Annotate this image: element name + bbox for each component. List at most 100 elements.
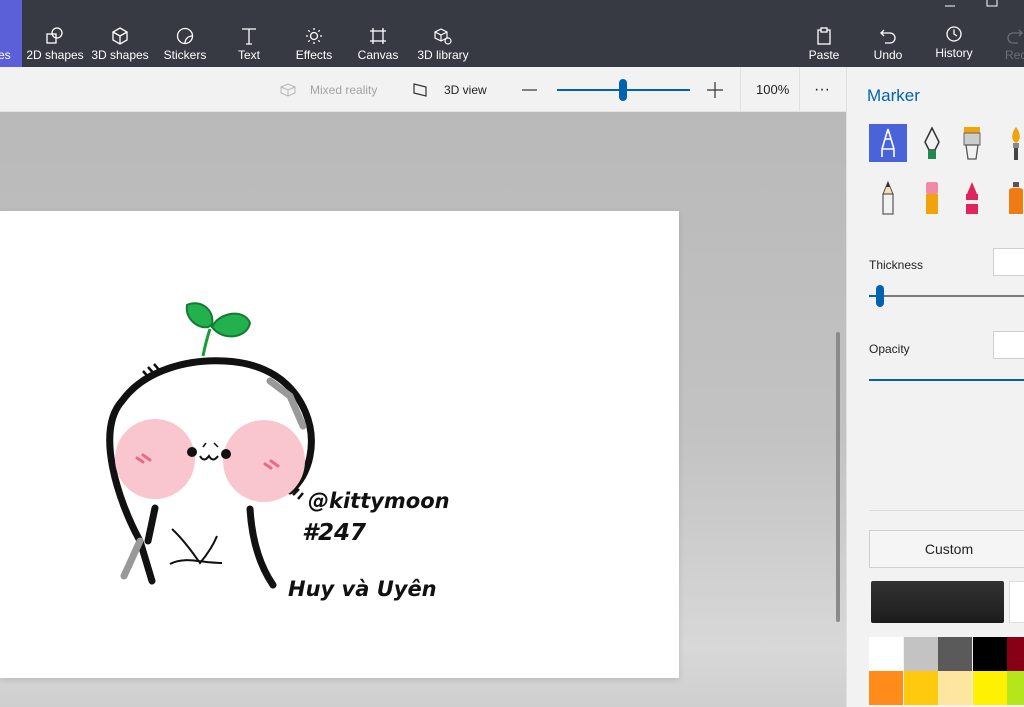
brush-marker[interactable] bbox=[869, 124, 907, 162]
zoom-out-icon[interactable] bbox=[522, 89, 538, 91]
history-label: History bbox=[935, 46, 973, 60]
tool-3d-shapes-label: 3D shapes bbox=[91, 48, 149, 62]
mixed-reality-label: Mixed reality bbox=[310, 82, 378, 97]
stickers-icon bbox=[176, 27, 194, 45]
calligraphy-pen-icon bbox=[924, 126, 940, 159]
opacity-input[interactable] bbox=[993, 331, 1024, 359]
color-swatch[interactable] bbox=[938, 671, 972, 705]
thickness-slider-track[interactable] bbox=[869, 295, 1024, 297]
3d-view-label: 3D view bbox=[444, 82, 487, 97]
brush-crayon[interactable] bbox=[953, 179, 991, 217]
left-eye bbox=[187, 447, 197, 457]
color-swatch[interactable] bbox=[1007, 637, 1024, 671]
marker-icon bbox=[881, 128, 895, 157]
redo-label: Red bbox=[1005, 48, 1024, 62]
hands-lines bbox=[169, 528, 223, 565]
brush-oil[interactable] bbox=[953, 124, 991, 162]
thickness-input[interactable] bbox=[993, 248, 1024, 276]
color-swatch[interactable] bbox=[869, 637, 903, 671]
undo-button[interactable]: Undo bbox=[868, 0, 908, 67]
brush-pencil[interactable] bbox=[869, 179, 907, 217]
maximize-icon[interactable] bbox=[986, 0, 998, 8]
undo-label: Undo bbox=[873, 48, 903, 62]
brush-panel: Marker Thickness Opacity Custom bbox=[846, 67, 1024, 707]
paste-label: Paste bbox=[808, 48, 840, 62]
3d-shapes-icon bbox=[112, 27, 128, 45]
sprout-leaf-right bbox=[210, 312, 252, 338]
custom-color-button[interactable]: Custom bbox=[869, 530, 1024, 568]
text-icon bbox=[242, 28, 256, 45]
sprout-leaf-left bbox=[185, 302, 214, 329]
zoom-slider-thumb[interactable] bbox=[619, 79, 627, 101]
crayon-icon bbox=[966, 182, 978, 214]
tool-text[interactable]: Text bbox=[224, 0, 274, 67]
tool-canvas-label: Canvas bbox=[357, 48, 399, 62]
redo-button[interactable]: Red bbox=[1000, 0, 1024, 67]
tool-3d-library-label: 3D library bbox=[417, 48, 469, 62]
more-options-icon[interactable]: ··· bbox=[814, 67, 830, 112]
effects-icon bbox=[306, 28, 322, 44]
right-body-line bbox=[246, 505, 277, 589]
brush-watercolor[interactable] bbox=[997, 124, 1024, 162]
zoom-in-icon[interactable] bbox=[707, 82, 723, 98]
tool-brushes[interactable]: es bbox=[0, 0, 22, 67]
tool-3d-library[interactable]: 3D library bbox=[414, 0, 472, 67]
opacity-slider-track[interactable] bbox=[869, 379, 1024, 381]
3d-view-button[interactable]: 3D view bbox=[412, 67, 487, 112]
tool-stickers-label: Stickers bbox=[163, 48, 207, 62]
opacity-label: Opacity bbox=[869, 342, 910, 356]
history-icon bbox=[946, 26, 962, 42]
tool-2d-shapes[interactable]: 2D shapes bbox=[24, 0, 86, 67]
history-button[interactable]: History bbox=[932, 0, 976, 67]
color-swatch[interactable] bbox=[903, 637, 938, 671]
brush-spray-can[interactable] bbox=[997, 179, 1024, 217]
color-swatch[interactable] bbox=[972, 637, 1007, 671]
drawing-artwork: @kittymoon #247 Huy và Uyên bbox=[106, 302, 450, 601]
tool-brushes-label: es bbox=[0, 48, 11, 62]
panel-title: Marker bbox=[867, 86, 920, 105]
right-eye bbox=[221, 449, 231, 459]
minimize-icon[interactable] bbox=[944, 4, 956, 8]
tool-effects[interactable]: Effects bbox=[290, 0, 338, 67]
oil-brush-icon bbox=[963, 127, 981, 160]
panel-divider bbox=[869, 510, 1024, 511]
2d-shapes-icon bbox=[46, 27, 63, 44]
top-toolbar: es 2D shapes 3D shapes Stickers Text Eff… bbox=[0, 0, 1024, 67]
left-cheek bbox=[115, 419, 195, 499]
thickness-label: Thickness bbox=[869, 258, 924, 272]
paste-button[interactable]: Paste bbox=[804, 0, 844, 67]
brows bbox=[202, 442, 219, 448]
tool-effects-label: Effects bbox=[295, 48, 333, 62]
3d-view-icon bbox=[413, 82, 427, 97]
color-swatch[interactable] bbox=[1007, 671, 1024, 705]
mouth bbox=[199, 454, 219, 461]
color-swatch[interactable] bbox=[903, 671, 938, 705]
thickness-slider-thumb[interactable] bbox=[876, 285, 884, 307]
current-color-swatch[interactable] bbox=[871, 581, 1004, 623]
watercolor-icon bbox=[1012, 127, 1020, 160]
zoom-percent: 100% bbox=[756, 82, 790, 97]
view-toolbar: Mixed reality 3D view 100% ··· bbox=[0, 67, 846, 112]
3d-library-icon bbox=[434, 28, 452, 45]
color-swatch[interactable] bbox=[938, 637, 972, 671]
tool-stickers[interactable]: Stickers bbox=[160, 0, 210, 67]
mixed-reality-button[interactable]: Mixed reality bbox=[280, 67, 377, 112]
brush-eraser[interactable] bbox=[913, 179, 951, 217]
pencil-icon bbox=[882, 180, 894, 215]
vertical-scrollbar[interactable] bbox=[836, 332, 840, 622]
sprout-stem bbox=[201, 328, 212, 357]
signature-kittymoon: @kittymoon bbox=[308, 489, 450, 513]
mixed-reality-icon bbox=[280, 82, 296, 97]
left-body-line bbox=[144, 504, 159, 545]
eraser-icon bbox=[926, 182, 938, 214]
tool-canvas[interactable]: Canvas bbox=[354, 0, 402, 67]
drawing-canvas[interactable]: @kittymoon #247 Huy và Uyên bbox=[0, 211, 679, 678]
tool-3d-shapes[interactable]: 3D shapes bbox=[90, 0, 150, 67]
color-swatch[interactable] bbox=[869, 671, 903, 705]
brush-calligraphy-pen[interactable] bbox=[913, 124, 951, 162]
secondary-color-swatch[interactable] bbox=[1009, 581, 1024, 623]
left-leg-gray bbox=[120, 537, 144, 580]
tool-text-label: Text bbox=[237, 48, 260, 62]
canvas-icon bbox=[370, 28, 386, 44]
color-swatch[interactable] bbox=[972, 671, 1007, 705]
